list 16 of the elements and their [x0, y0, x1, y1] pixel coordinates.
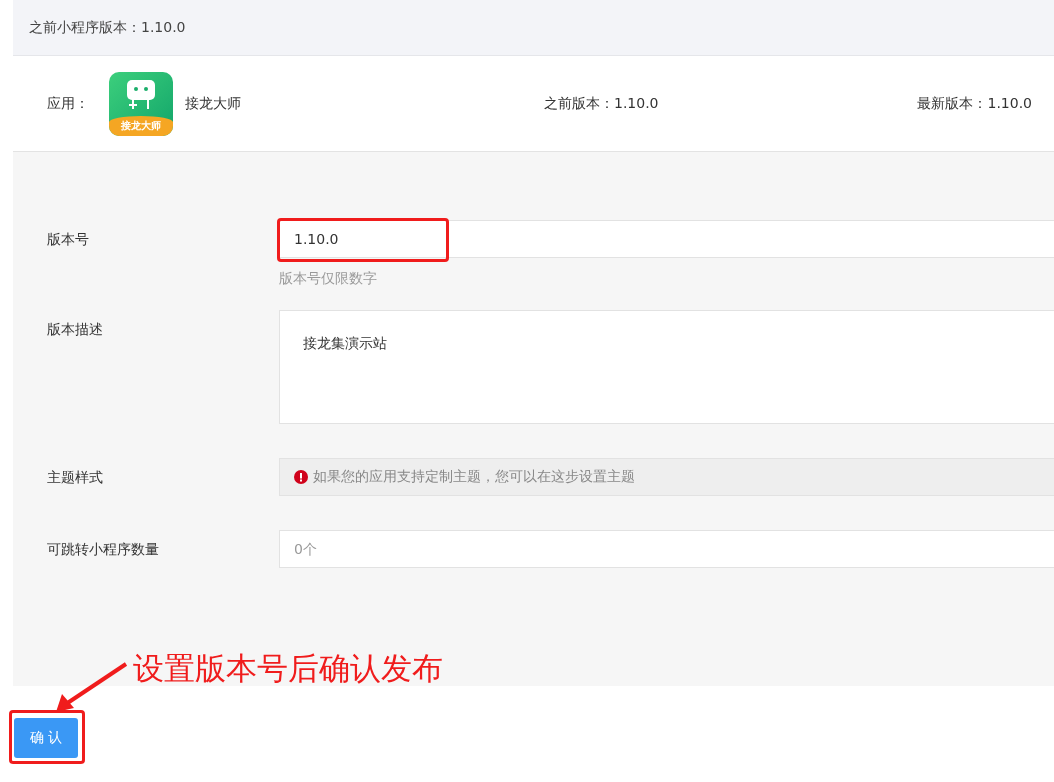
field-label: 主题样式	[47, 468, 104, 487]
app-icon: 接龙大师	[109, 71, 173, 136]
textarea-field[interactable]: 接龙集演示站	[279, 310, 1054, 424]
field-label: 版本号	[47, 230, 90, 249]
field-label: 版本描述	[47, 320, 104, 339]
input-field[interactable]: 0个	[279, 530, 1054, 568]
app-label: 应用：	[47, 94, 89, 113]
annotation-text: 设置版本号后确认发布	[133, 649, 443, 688]
warning-icon	[294, 470, 308, 484]
field-label: 可跳转小程序数量	[47, 540, 160, 559]
header-text: 之前小程序版本：1.10.0	[29, 18, 186, 37]
app-name: 接龙大师	[185, 94, 241, 113]
notice-text: 如果您的应用支持定制主题，您可以在这步设置主题	[313, 468, 635, 486]
latest-version: 最新版本：1.10.0	[917, 94, 1032, 113]
previous-version: 之前版本：1.10.0	[543, 94, 659, 113]
field-hint: 版本号仅限数字	[279, 270, 378, 288]
